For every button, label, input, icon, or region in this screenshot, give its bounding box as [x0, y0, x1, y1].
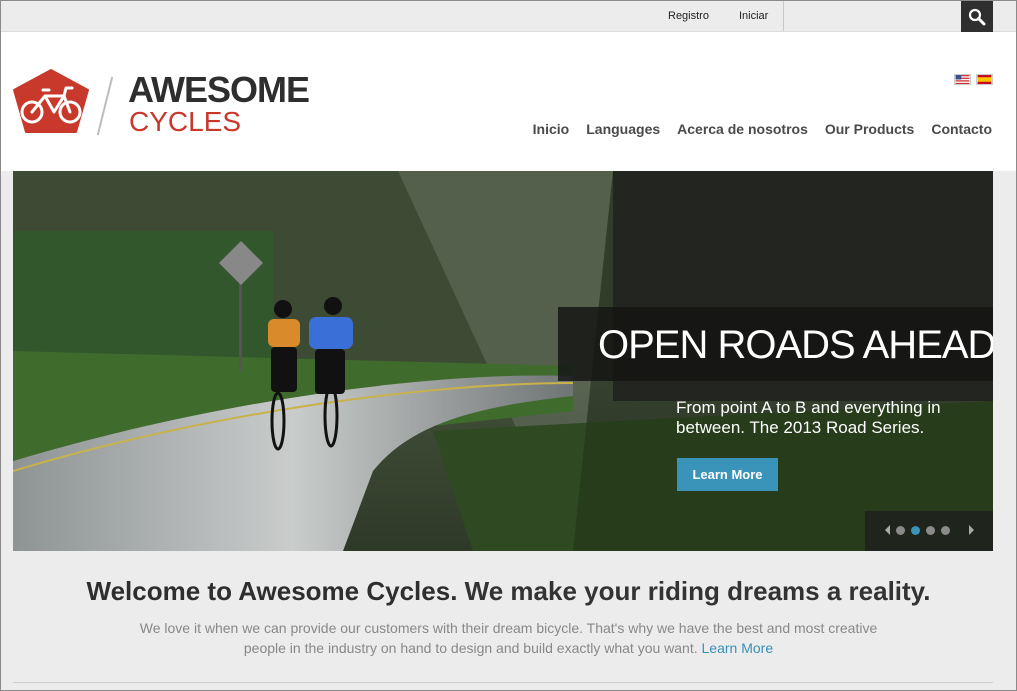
nav-item-about[interactable]: Acerca de nosotros: [677, 121, 808, 137]
slider-dot[interactable]: [896, 526, 905, 535]
hero-title-box: OPEN ROADS AHEAD: [558, 307, 993, 381]
site-header: AWESOME CYCLES Inicio Languages Acerca d…: [1, 32, 1016, 171]
top-utility-bar: Registro Iniciar: [1, 1, 1016, 32]
brand-subname: CYCLES: [129, 106, 242, 137]
nav-item-languages[interactable]: Languages: [586, 121, 660, 137]
hero-slider: OPEN ROADS AHEAD From point A to B and e…: [13, 171, 993, 551]
us-flag-icon[interactable]: [954, 74, 971, 85]
search-button[interactable]: [961, 1, 993, 32]
slider-controls: [865, 511, 993, 551]
intro-paragraph: We love it when we can provide our custo…: [121, 618, 896, 658]
intro-learn-more-link[interactable]: Learn More: [702, 640, 774, 656]
slider-dot[interactable]: [926, 526, 935, 535]
slider-next-arrow-icon[interactable]: [969, 525, 974, 535]
brand-name: AWESOME: [128, 69, 310, 110]
hero-description: From point A to B and everything in betw…: [676, 398, 941, 437]
nav-item-contact[interactable]: Contacto: [931, 121, 992, 137]
welcome-heading: Welcome to Awesome Cycles. We make your …: [1, 576, 1016, 607]
divider: [783, 1, 784, 31]
es-flag-icon[interactable]: [976, 74, 993, 85]
main-nav: Inicio Languages Acerca de nosotros Our …: [533, 121, 992, 137]
welcome-rest: We make your riding dreams a reality.: [457, 576, 931, 606]
nav-item-inicio[interactable]: Inicio: [533, 121, 570, 137]
login-link[interactable]: Iniciar: [739, 10, 768, 22]
welcome-bold: Welcome to Awesome Cycles.: [86, 576, 458, 606]
slider-dot-active[interactable]: [911, 526, 920, 535]
register-link[interactable]: Registro: [668, 10, 709, 22]
slider-prev-arrow-icon[interactable]: [885, 525, 890, 535]
nav-item-products[interactable]: Our Products: [825, 121, 914, 137]
search-icon: [968, 8, 986, 25]
hero-learn-more-button[interactable]: Learn More: [677, 458, 778, 491]
slider-dot[interactable]: [941, 526, 950, 535]
language-flags: [954, 74, 993, 85]
divider: [13, 682, 993, 683]
hero-title: OPEN ROADS AHEAD: [598, 323, 993, 367]
bike-pentagon-icon: [13, 69, 89, 133]
